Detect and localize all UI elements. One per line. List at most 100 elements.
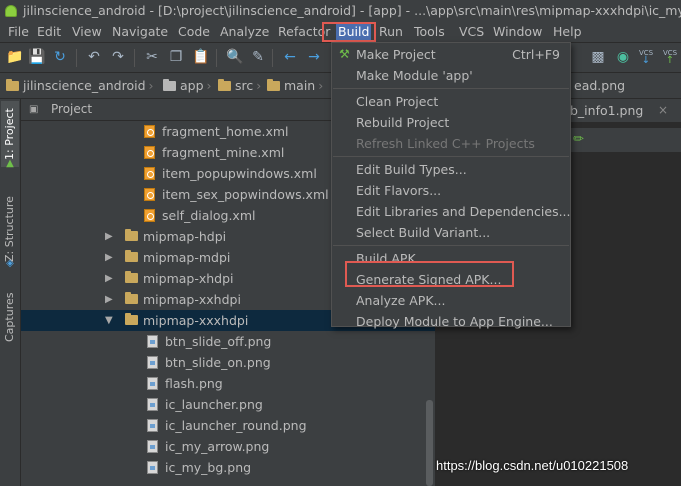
menu-item-deploy-module-to-app-engine[interactable]: Deploy Module to App Engine... — [332, 311, 570, 332]
expand-arrow-icon[interactable]: ▶ — [105, 226, 115, 247]
copy-icon[interactable]: ❐ — [168, 49, 184, 65]
tree-item-label: mipmap-xhdpi — [143, 271, 234, 286]
menu-code[interactable]: Code — [176, 22, 212, 42]
collapse-arrow-icon[interactable]: ▼ — [105, 310, 115, 331]
tree-file-row[interactable]: ic_launcher_round.png — [21, 415, 435, 436]
breadcrumb-file[interactable]: ead.png — [574, 73, 625, 98]
menu-separator — [333, 156, 569, 157]
device-icon[interactable]: ▩ — [590, 49, 606, 65]
breadcrumb-src[interactable]: src › — [218, 73, 261, 98]
menu-item-label: Analyze APK... — [356, 293, 446, 308]
title-bar: jilinscience_android - [D:\project\jilin… — [0, 0, 681, 22]
find-icon[interactable]: 🔍 — [226, 49, 243, 65]
menu-label: Analyze — [220, 24, 270, 39]
breadcrumb-app[interactable]: app › — [163, 73, 212, 98]
tree-scrollbar[interactable] — [426, 400, 433, 486]
menu-item-make-module-app[interactable]: Make Module 'app' — [332, 65, 570, 86]
menu-analyze[interactable]: Analyze — [218, 22, 271, 42]
menu-label: Navigate — [112, 24, 169, 39]
tree-item-label: fragment_mine.xml — [162, 145, 285, 160]
menu-run[interactable]: Run — [377, 22, 405, 42]
redo-icon[interactable]: ↷ — [110, 49, 126, 65]
folder-icon — [125, 292, 138, 304]
menu-navigate[interactable]: Navigate — [110, 22, 170, 42]
image-file-icon — [147, 461, 158, 474]
menu-item-select-build-variant[interactable]: Select Build Variant... — [332, 222, 570, 243]
tree-item-label: mipmap-hdpi — [143, 229, 227, 244]
replace-icon[interactable]: ✎ — [250, 49, 266, 65]
xml-file-icon — [144, 125, 155, 138]
xml-file-icon — [144, 188, 155, 201]
image-file-icon — [147, 335, 158, 348]
color-picker-icon[interactable]: ✏ — [573, 132, 584, 147]
xml-file-icon — [144, 209, 155, 222]
breadcrumb-project[interactable]: jilinscience_android › — [6, 73, 154, 98]
close-icon[interactable]: × — [658, 99, 668, 122]
tree-item-label: ic_launcher.png — [165, 397, 263, 412]
tree-item-label: item_popupwindows.xml — [162, 166, 317, 181]
undo-icon[interactable]: ↶ — [86, 49, 102, 65]
menu-file[interactable]: File — [6, 22, 31, 42]
cut-icon[interactable]: ✂ — [144, 49, 160, 65]
tree-item-label: mipmap-xxxhdpi — [143, 313, 249, 328]
menu-label: Window — [493, 24, 543, 39]
breadcrumb-main[interactable]: main › — [267, 73, 323, 98]
menu-item-edit-build-types[interactable]: Edit Build Types... — [332, 159, 570, 180]
sync-project-icon[interactable]: ◉ — [615, 49, 631, 65]
menu-edit[interactable]: Edit — [35, 22, 63, 42]
folder-icon — [125, 250, 138, 262]
toolbar-separator — [272, 49, 273, 67]
expand-arrow-icon[interactable]: ▶ — [105, 247, 115, 268]
menu-item-edit-flavors[interactable]: Edit Flavors... — [332, 180, 570, 201]
tree-item-label: btn_slide_off.png — [165, 334, 272, 349]
menu-view[interactable]: View — [70, 22, 104, 42]
menu-item-edit-libraries-and-dependencies[interactable]: Edit Libraries and Dependencies... — [332, 201, 571, 222]
tree-file-row[interactable]: ic_launcher.png — [21, 394, 435, 415]
vcs-commit-icon[interactable]: VCS ↑ — [662, 49, 678, 66]
expand-arrow-icon[interactable]: ▶ — [105, 268, 115, 289]
tab-captures[interactable]: Captures — [1, 287, 19, 347]
module-folder-icon — [163, 79, 176, 91]
tree-file-row[interactable]: btn_slide_off.png — [21, 331, 435, 352]
folder-icon — [6, 79, 19, 91]
tree-item-label: self_dialog.xml — [162, 208, 256, 223]
xml-file-icon — [144, 167, 155, 180]
tree-item-label: btn_slide_on.png — [165, 355, 271, 370]
menu-item-label: Edit Libraries and Dependencies... — [356, 204, 571, 219]
menu-item-label: Edit Flavors... — [356, 183, 442, 198]
tree-item-label: item_sex_popwindows.xml — [162, 187, 329, 202]
menu-help[interactable]: Help — [551, 22, 584, 42]
window-title: jilinscience_android - [D:\project\jilin… — [23, 3, 681, 18]
tree-file-row[interactable]: btn_slide_on.png — [21, 352, 435, 373]
sync-icon[interactable]: ↻ — [52, 49, 68, 65]
menu-label: View — [72, 24, 102, 39]
menu-vcs[interactable]: VCS — [457, 22, 486, 42]
build-menu-highlight-box — [322, 22, 376, 42]
image-file-icon — [147, 356, 158, 369]
menu-label: Help — [553, 24, 582, 39]
menu-item-rebuild-project[interactable]: Rebuild Project — [332, 112, 570, 133]
back-icon[interactable]: ← — [282, 49, 298, 65]
menu-item-make-project[interactable]: ⚒ Make Project Ctrl+F9 — [332, 44, 570, 65]
menu-label: VCS — [459, 24, 485, 39]
menu-item-refresh-linked-c-projects: Refresh Linked C++ Projects — [332, 133, 570, 154]
menu-item-clean-project[interactable]: Clean Project — [332, 91, 570, 112]
tree-file-row[interactable]: ic_my_arrow.png — [21, 436, 435, 457]
forward-icon[interactable]: → — [306, 49, 322, 65]
menu-label: File — [8, 24, 29, 39]
vcs-update-icon[interactable]: VCS ↓ — [638, 49, 654, 66]
folder-icon — [125, 229, 138, 241]
menu-window[interactable]: Window — [491, 22, 544, 42]
tree-file-row[interactable]: flash.png — [21, 373, 435, 394]
tab-structure[interactable]: Z: Structure — [1, 194, 19, 264]
open-icon[interactable]: 📁 — [6, 49, 23, 65]
tree-file-row[interactable]: ic_my_bg.png — [21, 457, 435, 478]
menu-tools[interactable]: Tools — [412, 22, 447, 42]
save-icon[interactable]: 💾 — [28, 49, 45, 65]
menu-label: Edit — [37, 24, 62, 39]
expand-arrow-icon[interactable]: ▶ — [105, 289, 115, 310]
image-file-icon — [147, 398, 158, 411]
menu-item-analyze-apk[interactable]: Analyze APK... — [332, 290, 570, 311]
paste-icon[interactable]: 📋 — [192, 49, 209, 65]
editor-tab-label[interactable]: b_info1.png — [570, 99, 643, 122]
